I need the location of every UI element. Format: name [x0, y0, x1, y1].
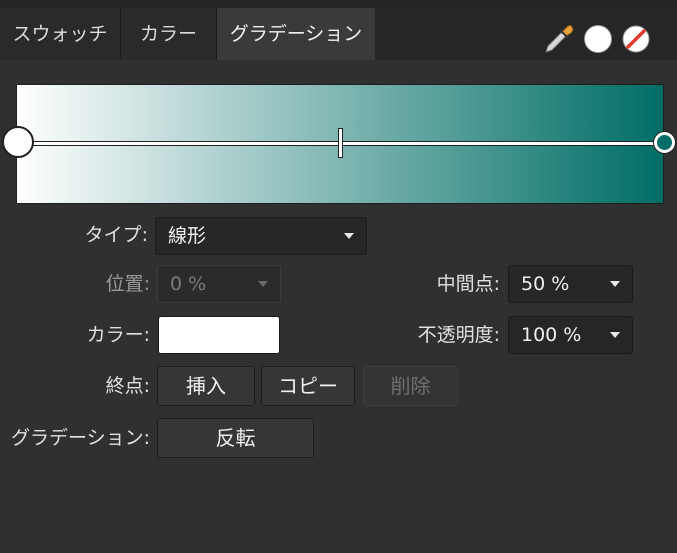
chevron-down-icon [258, 281, 268, 287]
opacity-dropdown[interactable]: 100 % [508, 316, 633, 354]
copy-button[interactable]: コピー [261, 366, 355, 406]
tab-color[interactable]: カラー [121, 8, 216, 60]
tab-gradient[interactable]: グラデーション [217, 8, 375, 60]
endpoint-label: 終点: [105, 375, 150, 397]
chevron-down-icon [610, 332, 620, 338]
fill-color-circle-icon[interactable] [584, 25, 612, 53]
gradient-start-stop[interactable] [2, 126, 34, 158]
midpoint-dropdown[interactable]: 50 % [508, 265, 633, 303]
reverse-button[interactable]: 反転 [157, 418, 314, 458]
midpoint-value: 50 % [521, 273, 570, 295]
insert-button[interactable]: 挿入 [157, 366, 255, 406]
type-value: 線形 [168, 225, 207, 247]
top-strip [0, 0, 677, 8]
gradient-end-stop[interactable] [654, 132, 675, 153]
type-label: タイプ: [84, 224, 148, 246]
no-color-icon[interactable] [622, 25, 650, 53]
chevron-down-icon [344, 233, 354, 239]
delete-button[interactable]: 削除 [363, 366, 458, 406]
position-label: 位置: [105, 273, 150, 295]
position-value: 0 % [170, 273, 207, 295]
type-dropdown[interactable]: 線形 [155, 217, 367, 255]
chevron-down-icon [610, 281, 620, 287]
gradient-midpoint-handle[interactable] [338, 128, 343, 158]
gradient-label: グラデーション: [10, 427, 150, 449]
color-picker-icon[interactable] [540, 20, 576, 56]
stop-color-swatch[interactable] [158, 316, 280, 354]
opacity-value: 100 % [521, 324, 582, 346]
color-label: カラー: [86, 324, 150, 346]
position-dropdown[interactable]: 0 % [157, 265, 281, 303]
midpoint-label: 中間点: [436, 273, 500, 295]
opacity-label: 不透明度: [417, 324, 500, 346]
tab-swatches[interactable]: スウォッチ [0, 8, 120, 60]
